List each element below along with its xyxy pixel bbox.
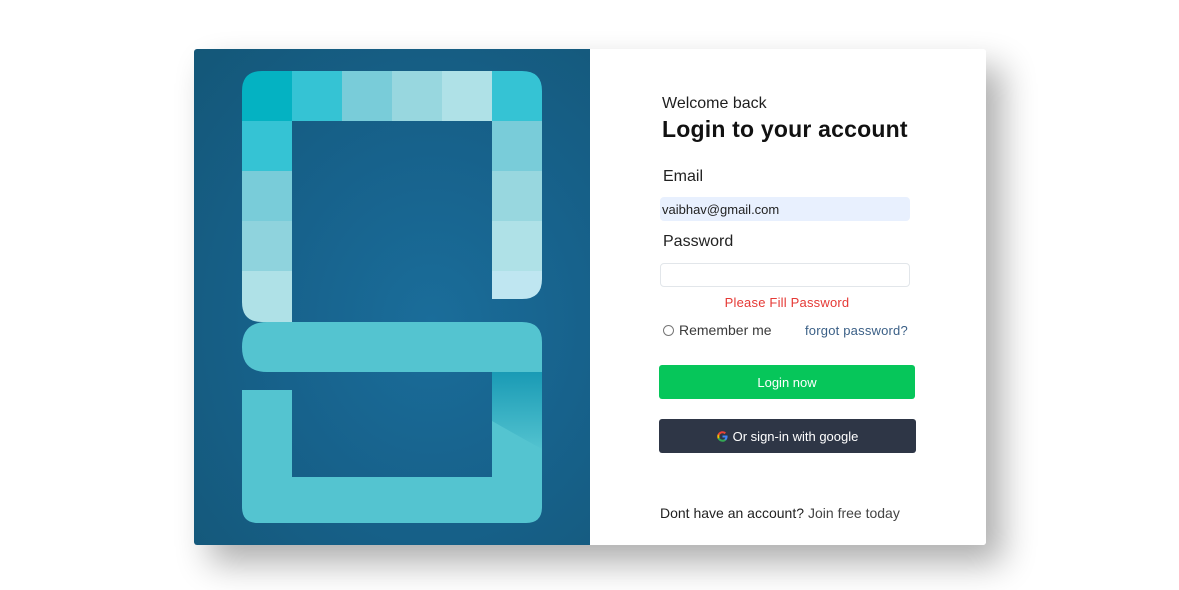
password-field[interactable] xyxy=(660,263,910,287)
signup-link[interactable]: Join free today xyxy=(808,505,900,521)
password-label: Password xyxy=(663,233,734,250)
google-icon xyxy=(716,430,728,442)
login-button-label: Login now xyxy=(757,374,817,390)
signup-text: Dont have an account? xyxy=(660,505,804,521)
brand-illustration xyxy=(194,49,590,545)
email-field[interactable] xyxy=(660,197,910,221)
logo-ring xyxy=(242,71,542,322)
login-form: Welcome back Login to your account Email… xyxy=(590,49,986,545)
welcome-text: Welcome back xyxy=(662,95,767,112)
login-card: Welcome back Login to your account Email… xyxy=(194,49,986,545)
forgot-password-link[interactable]: forgot password? xyxy=(805,323,908,338)
google-button-label: Or sign-in with google xyxy=(732,428,859,444)
remember-radio[interactable] xyxy=(663,324,674,336)
remember-label: Remember me xyxy=(679,322,772,338)
page-title: Login to your account xyxy=(662,116,908,142)
email-label: Email xyxy=(663,168,704,185)
logo-icon xyxy=(242,71,542,523)
google-signin-button[interactable]: Or sign-in with google xyxy=(659,419,916,453)
remember-me[interactable]: Remember me xyxy=(663,322,772,338)
password-error: Please Fill Password xyxy=(724,295,850,310)
signup-prompt: Dont have an account? Join free today xyxy=(660,505,900,521)
login-button[interactable]: Login now xyxy=(659,365,915,399)
logo-band xyxy=(242,322,542,375)
